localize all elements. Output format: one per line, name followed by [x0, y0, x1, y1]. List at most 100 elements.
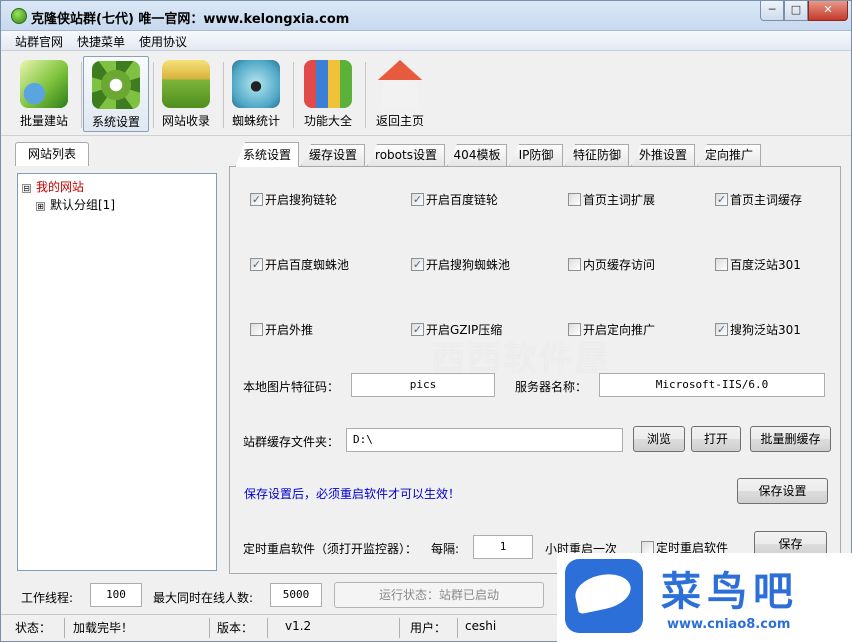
browse-button[interactable]: 浏览: [633, 426, 685, 452]
collapse-icon[interactable]: ⊟: [22, 184, 31, 193]
window-title: 克隆侠站群(七代) 唯一官网：www.kelongxia.com: [31, 12, 350, 27]
tab-site-list[interactable]: 网站列表: [15, 142, 89, 166]
tab-feature-defense[interactable]: 特征防御: [565, 144, 629, 166]
app-window: 克隆侠站群(七代) 唯一官网：www.kelongxia.com ─ □ ✕ 站…: [0, 0, 852, 643]
toolbar-label: 系统设置: [91, 115, 140, 129]
threads-input[interactable]: 100: [90, 583, 142, 607]
checkbox-label: 开启搜狗链轮: [265, 193, 338, 207]
tree-node-label: 我的网站: [36, 180, 85, 194]
checkbox-label: 开启外推: [265, 323, 314, 337]
tab-system-settings[interactable]: 系统设置: [235, 142, 299, 167]
tab-external-push[interactable]: 外推设置: [631, 144, 695, 166]
tab-404-template[interactable]: 404模板: [447, 144, 507, 166]
checkbox-box: ✓: [250, 193, 263, 206]
interval-input[interactable]: 1: [473, 535, 533, 559]
tree-node-label: 默认分组[1]: [50, 198, 115, 212]
bulk-delete-cache-button[interactable]: 批量删缓存: [750, 426, 831, 452]
checkbox-label: 开启百度链轮: [426, 193, 499, 207]
interval-label: 每隔:: [431, 542, 460, 556]
checkbox-sogou-wildcard-301[interactable]: ✓ 搜狗泛站301: [715, 321, 801, 338]
checkbox-label: 开启百度蜘蛛池: [265, 258, 350, 272]
checkbox-box: ✓: [715, 193, 728, 206]
status-separator: [399, 618, 400, 638]
menu-item-official-site[interactable]: 站群官网: [15, 33, 63, 50]
toolbar-site-index-button[interactable]: 网站收录: [153, 56, 219, 132]
tree-node-root[interactable]: ⊟ 我的网站: [22, 178, 84, 195]
folder-icon: [162, 60, 210, 108]
site-tree: ⊟ 我的网站 ⊞ 默认分组[1]: [17, 173, 217, 571]
close-button[interactable]: ✕: [808, 1, 848, 21]
checkbox-sogou-link-wheel[interactable]: ✓ 开启搜狗链轮: [250, 191, 337, 208]
status-user-value: ceshi: [465, 619, 497, 633]
toolbar-label: 功能大全: [303, 114, 352, 128]
status-version-label: 版本：: [217, 621, 254, 635]
status-separator: [457, 618, 458, 638]
toolbar-separator: [365, 62, 366, 128]
settings-tabs: 系统设置 缓存设置 robots设置 404模板 IP防御 特征防御 外推设置 …: [229, 142, 841, 167]
status-separator: [267, 618, 268, 638]
brand-url: www.cniao8.com: [667, 617, 791, 632]
maximize-button[interactable]: □: [784, 1, 808, 21]
checkbox-home-keyword-expand[interactable]: 首页主词扩展: [568, 191, 655, 208]
bird-logo-icon: [565, 559, 643, 633]
toolbar-label: 网站收录: [161, 114, 210, 128]
image-code-label: 本地图片特征码：: [243, 380, 340, 394]
max-online-label: 最大同时在线人数:: [153, 591, 254, 605]
toolbar-spider-stats-button[interactable]: 蜘蛛统计: [223, 56, 289, 132]
tab-targeted-promotion[interactable]: 定向推广: [697, 144, 761, 166]
checkbox-box: ✓: [411, 258, 424, 271]
checkbox-label: 首页主词扩展: [583, 193, 656, 207]
checkbox-label: 首页主词缓存: [730, 193, 803, 207]
status-separator: [64, 618, 65, 638]
books-icon: [304, 60, 352, 108]
home-icon: [376, 60, 424, 108]
max-online-input[interactable]: 5000: [270, 583, 322, 607]
checkbox-inner-page-cache[interactable]: 内页缓存访问: [568, 256, 655, 273]
expand-icon[interactable]: ⊞: [36, 202, 45, 211]
tree-node-default-group[interactable]: ⊞ 默认分组[1]: [36, 196, 115, 213]
site-list-panel: 网站列表 ⊟ 我的网站 ⊞ 默认分组[1]: [13, 142, 219, 572]
threads-label: 工作线程:: [21, 591, 74, 605]
toolbar-system-settings-button[interactable]: 系统设置: [83, 56, 149, 132]
cache-folder-input[interactable]: D:\: [346, 428, 623, 452]
checkbox-baidu-link-wheel[interactable]: ✓ 开启百度链轮: [411, 191, 498, 208]
checkbox-box: ✓: [411, 193, 424, 206]
app-logo-icon: [11, 8, 27, 24]
checkbox-label: 开启搜狗蜘蛛池: [426, 258, 511, 272]
tab-robots-settings[interactable]: robots设置: [367, 144, 445, 166]
toolbar-home-button[interactable]: 返回主页: [367, 56, 433, 132]
status-state-label: 状态：: [15, 621, 52, 635]
server-name-input[interactable]: Microsoft-IIS/6.0: [599, 373, 825, 397]
leaf-globe-icon: [20, 60, 68, 108]
toolbar-all-functions-button[interactable]: 功能大全: [295, 56, 361, 132]
toolbar-separator: [81, 62, 82, 128]
timed-restart-label: 定时重启软件（须打开监控器）：: [243, 542, 418, 556]
checkbox-box: [715, 258, 728, 271]
checkbox-box: ✓: [411, 323, 424, 336]
checkbox-external-push[interactable]: 开启外推: [250, 321, 313, 338]
save-settings-button[interactable]: 保存设置: [737, 478, 828, 504]
checkbox-home-keyword-cache[interactable]: ✓ 首页主词缓存: [715, 191, 802, 208]
toolbar-batch-build-button[interactable]: 批量建站: [11, 56, 77, 132]
minimize-button[interactable]: ─: [760, 1, 784, 21]
checkbox-label: 搜狗泛站301: [730, 323, 801, 337]
checkbox-box: [568, 193, 581, 206]
checkbox-baidu-spider-pool[interactable]: ✓ 开启百度蜘蛛池: [250, 256, 349, 273]
checkbox-label: 百度泛站301: [730, 258, 801, 272]
menu-bar: 站群官网 快捷菜单 使用协议: [1, 31, 851, 51]
menu-item-usage-agreement[interactable]: 使用协议: [139, 33, 187, 50]
server-name-label: 服务器名称：: [515, 380, 588, 394]
checkbox-box: ✓: [715, 323, 728, 336]
tab-cache-settings[interactable]: 缓存设置: [301, 144, 365, 166]
menu-item-quick-menu[interactable]: 快捷菜单: [77, 33, 125, 50]
toolbar-label: 返回主页: [375, 114, 424, 128]
run-state-button: 运行状态：站群已启动: [334, 582, 544, 608]
checkbox-baidu-wildcard-301[interactable]: 百度泛站301: [715, 256, 801, 273]
brand-watermark: 菜鸟吧 www.cniao8.com: [557, 553, 852, 643]
checkbox-sogou-spider-pool[interactable]: ✓ 开启搜狗蜘蛛池: [411, 256, 510, 273]
tab-ip-defense[interactable]: IP防御: [509, 144, 563, 166]
open-button[interactable]: 打开: [691, 426, 741, 452]
checkbox-box: [568, 258, 581, 271]
status-user-label: 用户：: [410, 621, 447, 635]
toolbar-label: 批量建站: [19, 114, 68, 128]
